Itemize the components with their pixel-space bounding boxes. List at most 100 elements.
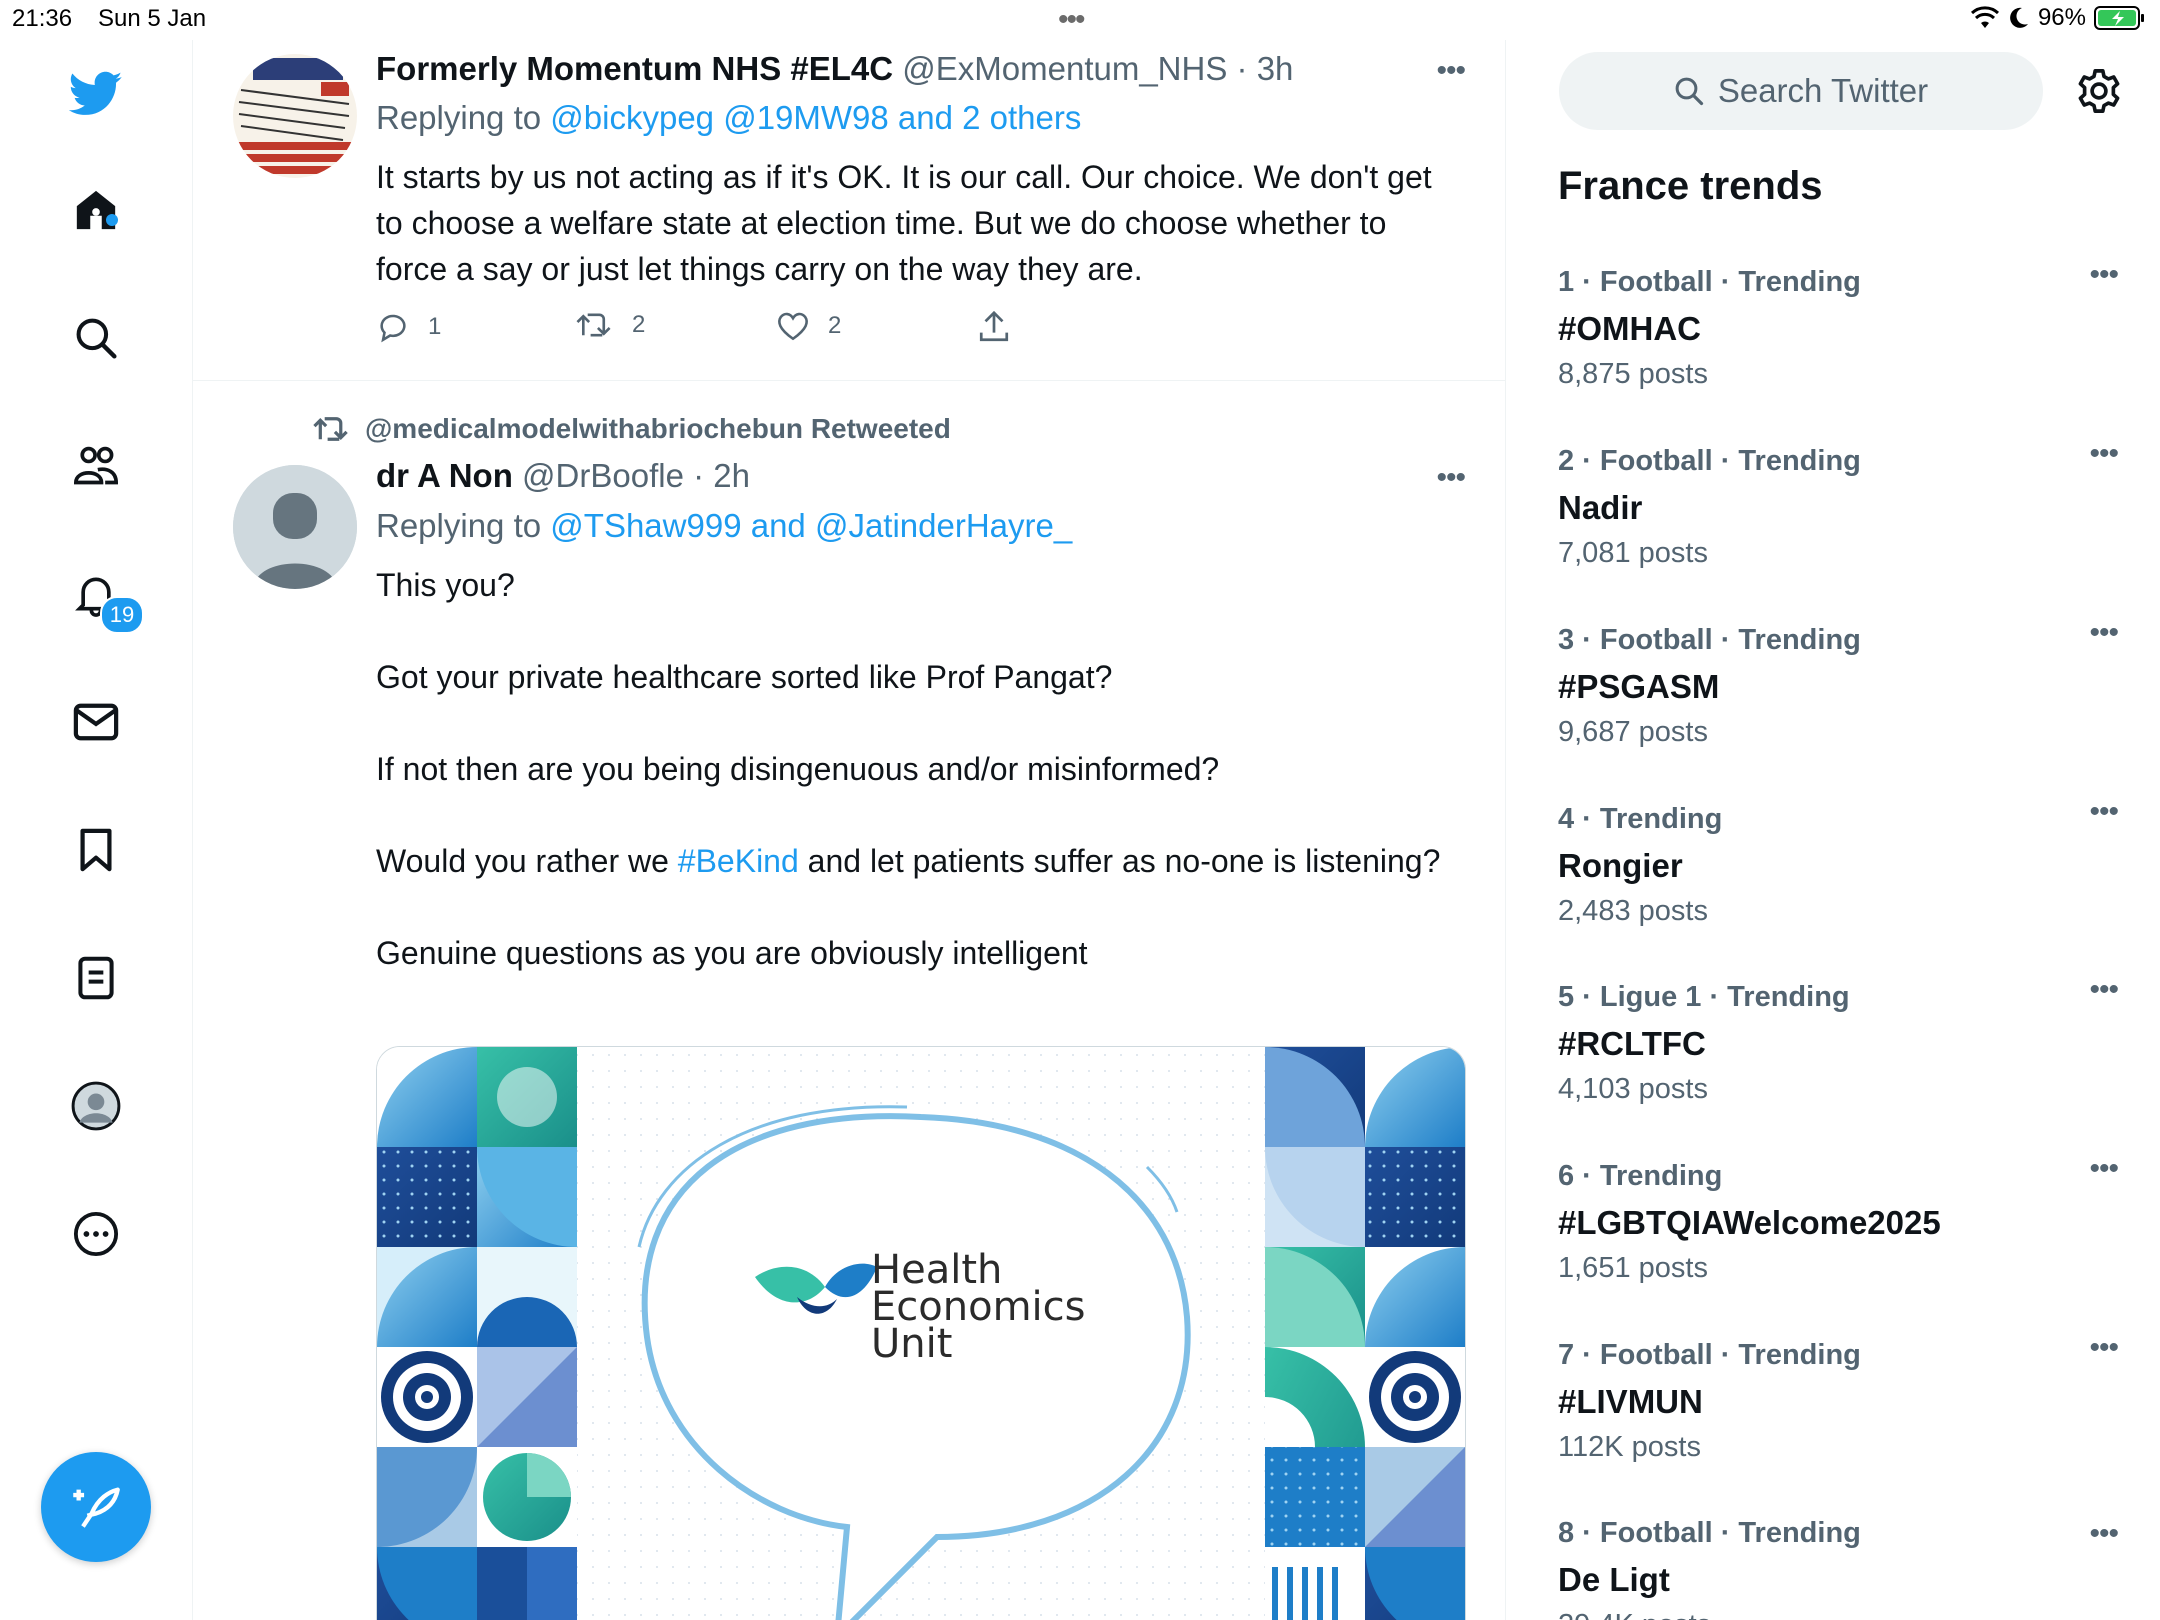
trend-item[interactable]: 7 · Football · Trending #LIVMUN 112K pos… [1558, 1331, 2119, 1509]
media-logo-text: Health Economics Unit [871, 1250, 1085, 1367]
search-icon[interactable] [68, 310, 124, 366]
trend-item[interactable]: 3 · Football · Trending #PSGASM 9,687 po… [1558, 616, 2119, 794]
trend-name: #LGBTQIAWelcome2025 [1558, 1204, 1941, 1241]
user-avatar[interactable] [233, 54, 357, 178]
battery-charging-icon [2094, 6, 2144, 30]
tweet-more-icon[interactable]: ••• [1436, 461, 1465, 495]
trend-item[interactable]: 1 · Football · Trending #OMHAC 8,875 pos… [1558, 258, 2119, 436]
tweet-line: Would you rather we #BeKind and let pati… [376, 838, 1466, 884]
trend-meta: 3 · Football · Trending [1558, 624, 1861, 656]
user-avatar[interactable] [233, 465, 357, 589]
share-icon [979, 310, 1009, 342]
tweet[interactable]: Formerly Momentum NHS #EL4C @ExMomentum_… [193, 40, 1505, 381]
trend-posts: 4,103 posts [1558, 1073, 1708, 1105]
trend-posts: 7,081 posts [1558, 537, 1708, 569]
battery-percent: 96% [2037, 4, 2086, 31]
tweet-header: dr A Non @DrBoofle · 2h [376, 457, 750, 494]
compose-tweet-button[interactable] [41, 1452, 151, 1562]
trend-more-icon[interactable]: ••• [2089, 437, 2118, 471]
trend-name: #OMHAC [1558, 310, 1702, 347]
tweet-time[interactable]: 2h [713, 457, 750, 494]
trend-item[interactable]: 8 · Football · Trending De Ligt 29.4K po… [1558, 1517, 2118, 1620]
trend-more-icon[interactable]: ••• [2089, 1152, 2118, 1186]
hashtag-link[interactable]: #BeKind [678, 843, 799, 879]
communities-icon[interactable] [68, 438, 124, 494]
author-name[interactable]: dr A Non [376, 457, 513, 494]
home-icon[interactable] [68, 182, 124, 238]
trend-more-icon[interactable]: ••• [2089, 795, 2118, 829]
trend-posts: 1,651 posts [1558, 1252, 1708, 1284]
tweet-time[interactable]: 3h [1257, 50, 1294, 87]
twitter-logo-icon[interactable] [68, 66, 124, 122]
tweet-media-image[interactable]: Health Economics Unit [376, 1046, 1466, 1620]
trend-meta: 6 · Trending [1558, 1160, 1723, 1192]
trend-posts: 29.4K posts [1558, 1609, 1711, 1620]
tweet-actions: 1 2 2 [376, 310, 1016, 350]
tweet-text: This you? Got your private healthcare so… [376, 562, 1466, 976]
heart-icon [778, 312, 808, 341]
replying-to: Replying to @TShaw999 and @JatinderHayre… [376, 507, 1072, 545]
settings-gear-icon[interactable] [2076, 68, 2122, 119]
author-name[interactable]: Formerly Momentum NHS #EL4C [376, 50, 893, 87]
retweet-button[interactable]: 2 [576, 310, 645, 340]
tweet-header: Formerly Momentum NHS #EL4C @ExMomentum_… [376, 50, 1294, 87]
retweeted-by-text: @medicalmodelwithabriochebun Retweeted [365, 413, 951, 444]
search-placeholder: Search Twitter [1717, 72, 1929, 109]
trend-meta: 8 · Football · Trending [1558, 1517, 1861, 1549]
trend-more-icon[interactable]: ••• [2089, 973, 2118, 1007]
retweet-icon [576, 313, 611, 337]
trend-more-icon[interactable]: ••• [2089, 616, 2118, 650]
tweet[interactable]: @medicalmodelwithabriochebun Retweeted d… [193, 381, 1505, 1620]
replying-prefix: Replying to [376, 99, 542, 136]
replying-to-link[interactable]: @TShaw999 and @JatinderHayre_ [550, 507, 1072, 544]
messages-envelope-icon[interactable] [68, 694, 124, 750]
author-handle[interactable]: @ExMomentum_NHS [902, 50, 1227, 87]
tweet-line: Got your private healthcare sorted like … [376, 659, 1113, 695]
retweeted-by[interactable]: @medicalmodelwithabriochebun Retweeted [313, 413, 951, 445]
bookmarks-icon[interactable] [68, 822, 124, 878]
tweet-text: It starts by us not acting as if it's OK… [376, 159, 1432, 287]
moon-icon [2010, 7, 2028, 28]
status-bar: 21:36 Sun 5 Jan ••• 96% [0, 0, 2160, 40]
status-indicators: 96% [1970, 4, 2146, 32]
logo-line: Unit [871, 1321, 953, 1367]
trend-name: De Ligt [1558, 1561, 1670, 1598]
retweet-icon [313, 417, 348, 441]
trend-name: #PSGASM [1558, 668, 1720, 705]
search-icon [1675, 77, 1703, 106]
trend-meta: 1 · Football · Trending [1558, 266, 1861, 298]
trend-more-icon[interactable]: ••• [2089, 258, 2118, 292]
lists-icon[interactable] [68, 950, 124, 1006]
left-navigation: 19 [0, 40, 193, 1620]
trend-name: #RCLTFC [1558, 1025, 1706, 1062]
replying-to-link[interactable]: @bickypeg @19MW98 and 2 others [550, 99, 1081, 136]
reply-icon [380, 314, 406, 343]
tweet-text-part: and let patients suffer as no-one is lis… [807, 843, 1441, 879]
tweet-line: Genuine questions as you are obviously i… [376, 935, 1088, 971]
retweet-count: 2 [632, 311, 646, 338]
like-button[interactable]: 2 [776, 310, 841, 342]
share-button[interactable] [978, 310, 1010, 344]
wifi-icon [1970, 6, 1999, 28]
replying-to: Replying to @bickypeg @19MW98 and 2 othe… [376, 99, 1081, 137]
more-options-circle-icon[interactable] [68, 1206, 124, 1262]
trend-item[interactable]: 6 · Trending #LGBTQIAWelcome2025 1,651 p… [1558, 1152, 2119, 1330]
trend-more-icon[interactable]: ••• [2089, 1331, 2118, 1365]
trend-item[interactable]: 5 · Ligue 1 · Trending #RCLTFC 4,103 pos… [1558, 973, 2119, 1151]
tweet-more-icon[interactable]: ••• [1436, 54, 1465, 88]
trend-more-icon[interactable]: ••• [2089, 1517, 2118, 1551]
trend-posts: 112K posts [1558, 1431, 1701, 1463]
replying-prefix: Replying to [376, 507, 542, 544]
author-handle[interactable]: @DrBoofle [522, 457, 684, 494]
reply-button[interactable]: 1 [376, 310, 441, 344]
compose-feather-icon [73, 1487, 120, 1528]
trend-item[interactable]: 4 · Trending Rongier 2,483 posts ••• [1558, 795, 2119, 973]
timeline[interactable]: Formerly Momentum NHS #EL4C @ExMomentum_… [193, 40, 1506, 1620]
trend-meta: 2 · Football · Trending [1558, 445, 1861, 477]
multitasking-dots-icon[interactable]: ••• [1058, 5, 1085, 35]
trend-posts: 8,875 posts [1558, 358, 1708, 390]
profile-avatar-icon[interactable] [68, 1078, 124, 1134]
trend-item[interactable]: 2 · Football · Trending Nadir 7,081 post… [1558, 437, 2119, 615]
search-input[interactable]: Search Twitter [1559, 52, 2043, 130]
trend-meta: 7 · Football · Trending [1558, 1339, 1861, 1371]
